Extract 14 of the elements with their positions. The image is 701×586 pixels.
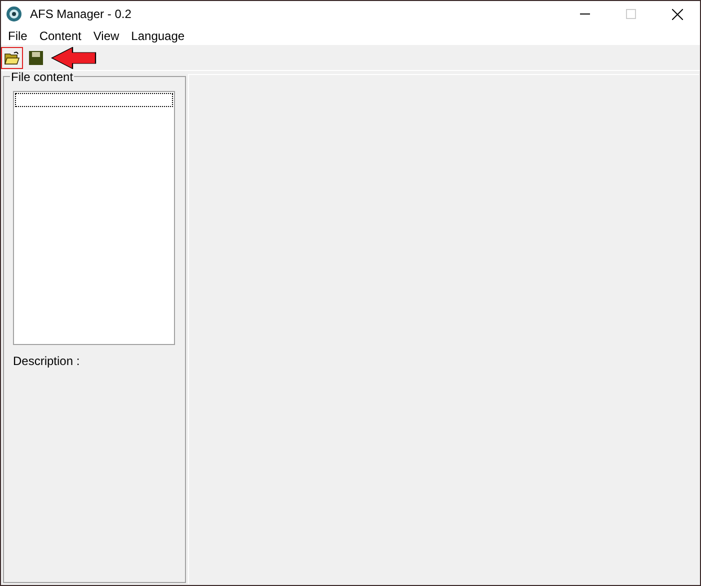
open-button[interactable] xyxy=(1,46,23,68)
menu-item[interactable]: Language xyxy=(125,29,191,43)
menu-item[interactable]: View xyxy=(87,29,126,43)
app-icon xyxy=(6,6,22,22)
arrow-icon xyxy=(51,47,97,69)
group-title: File content xyxy=(10,71,74,83)
close-icon xyxy=(672,8,682,20)
description-label: Description : xyxy=(13,354,81,368)
menu-item[interactable]: Content xyxy=(33,29,88,43)
file-list[interactable] xyxy=(13,91,175,345)
menu-item[interactable]: File xyxy=(2,29,34,43)
maximize-icon xyxy=(626,9,636,19)
window-title: AFS Manager - 0.2 xyxy=(30,7,132,21)
folder-icon xyxy=(4,50,20,66)
